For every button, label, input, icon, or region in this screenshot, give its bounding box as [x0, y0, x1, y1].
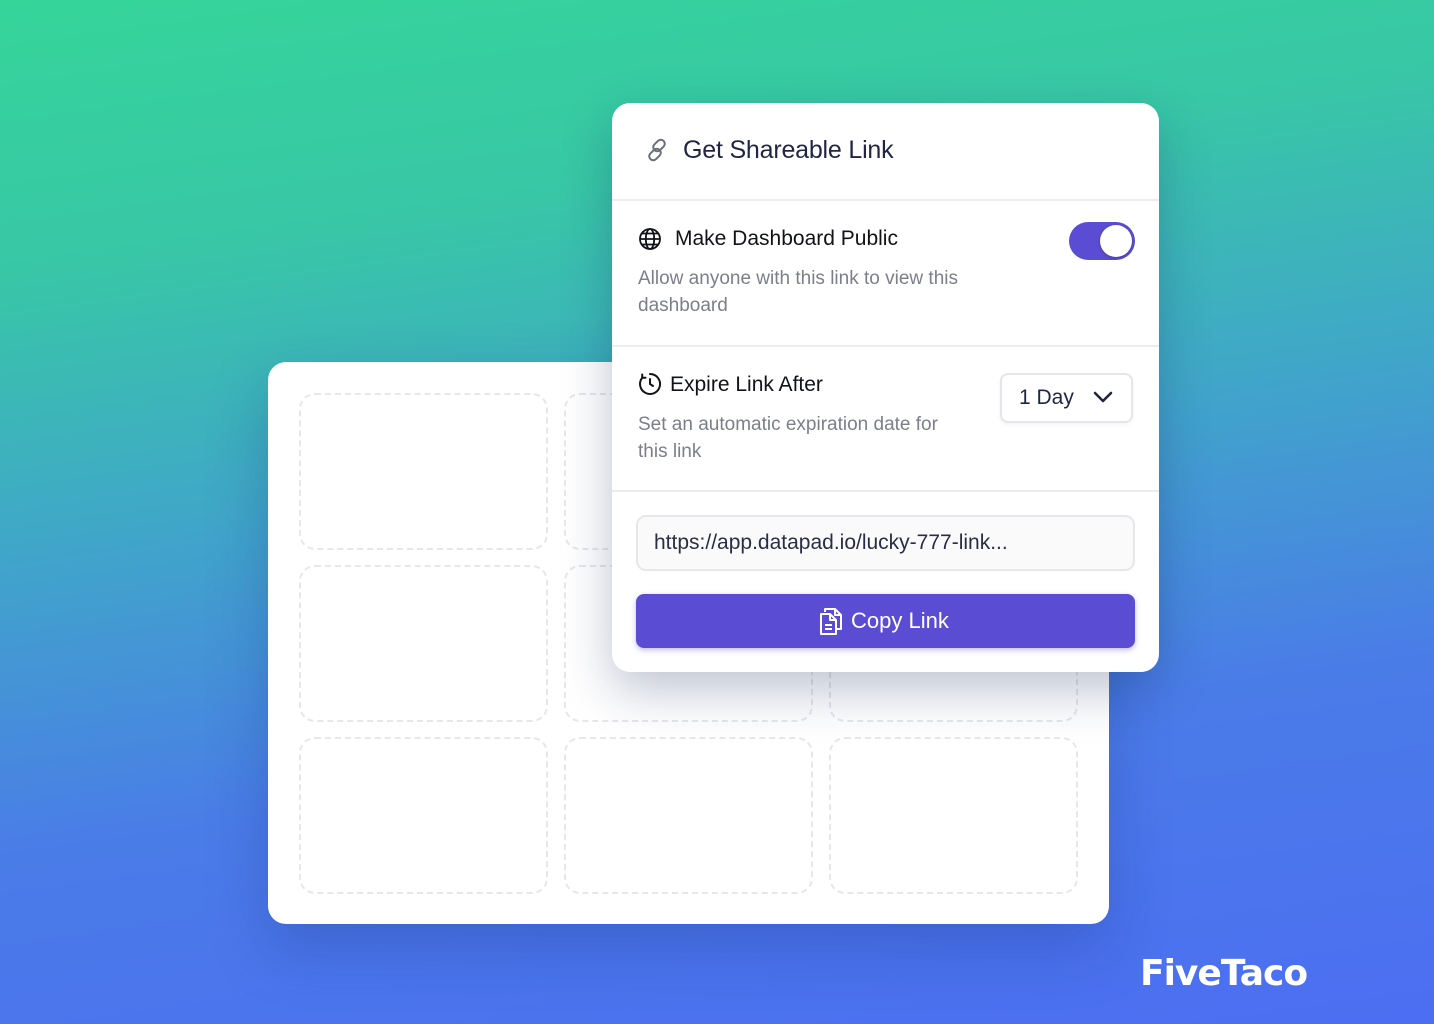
chevron-down-icon [1093, 390, 1113, 409]
timer-icon [638, 372, 662, 401]
share-url-field[interactable] [636, 515, 1135, 571]
copy-button-label: Copy Link [851, 608, 949, 633]
select-value: 1 Day [1019, 386, 1074, 409]
share-link-panel: Get Shareable Link Make Dashboard Public… [612, 103, 1159, 672]
globe-icon [638, 227, 662, 256]
public-title: Make Dashboard Public [675, 227, 898, 250]
widget-placeholder [299, 393, 548, 550]
expire-duration-select[interactable]: 1 Day [1000, 373, 1133, 423]
panel-title: Get Shareable Link [683, 136, 894, 164]
expire-description: Set an automatic expiration date for thi… [638, 414, 938, 462]
link-icon [644, 137, 670, 168]
public-description: Allow anyone with this link to view this… [638, 268, 958, 316]
widget-placeholder [829, 737, 1078, 894]
brand-logo: FiveTaco [1140, 953, 1308, 994]
expire-section: Expire Link After Set an automatic expir… [612, 347, 1159, 492]
expire-title: Expire Link After [670, 373, 823, 396]
copy-link-button[interactable]: Copy Link [636, 594, 1135, 648]
public-section: Make Dashboard Public Allow anyone with … [612, 201, 1159, 347]
panel-header: Get Shareable Link [612, 103, 1159, 201]
copy-icon [818, 606, 844, 639]
widget-placeholder [299, 737, 548, 894]
public-toggle[interactable] [1069, 222, 1135, 260]
toggle-knob [1100, 225, 1132, 257]
widget-placeholder [299, 565, 548, 722]
widget-placeholder [564, 737, 813, 894]
